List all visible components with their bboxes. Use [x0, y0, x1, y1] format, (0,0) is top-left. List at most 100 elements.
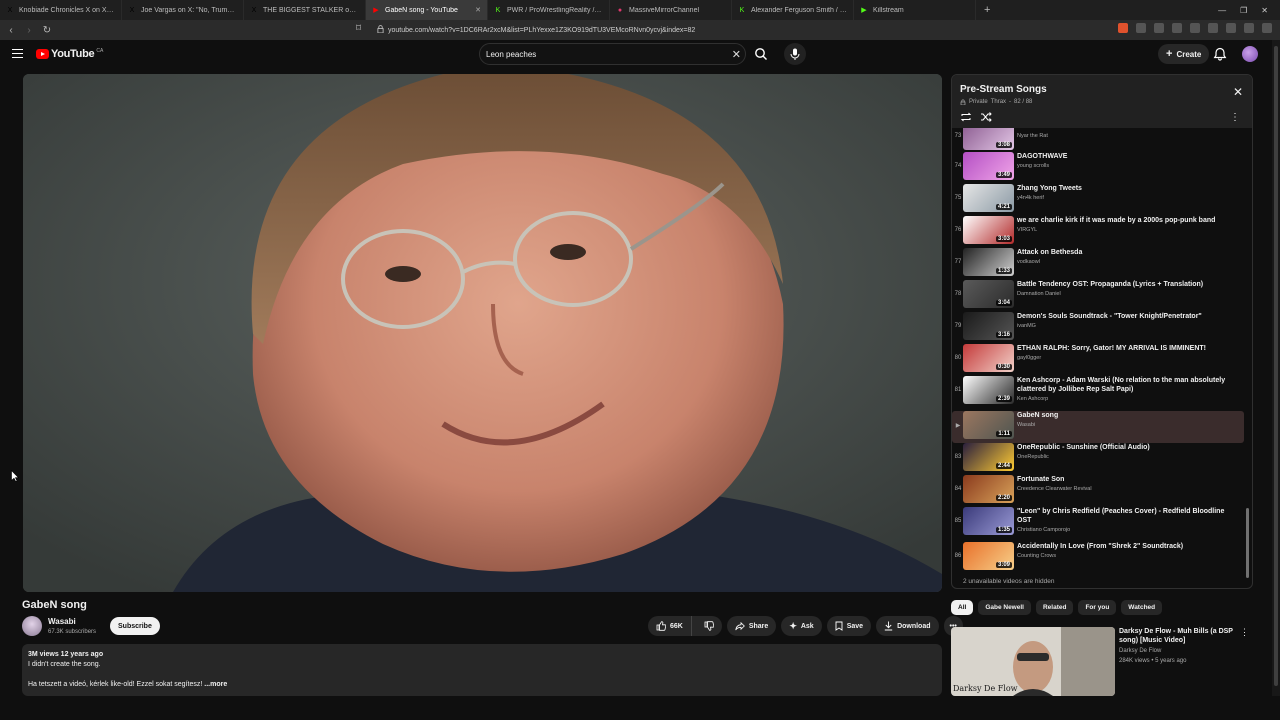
- duration-badge: 0:30: [995, 364, 1012, 370]
- recommended-menu-icon[interactable]: ⋮: [1240, 627, 1249, 638]
- playlist-item-thumbnail[interactable]: 0:30: [963, 344, 1014, 372]
- extension-icon[interactable]: [1118, 23, 1128, 33]
- reload-icon[interactable]: ↻: [40, 25, 54, 36]
- playlist-item-thumbnail[interactable]: 2:20: [963, 475, 1014, 503]
- page-scrollbar[interactable]: [1272, 40, 1280, 696]
- browser-tab[interactable]: ▶ GabeN song - YouTube ✕: [366, 0, 488, 20]
- browser-tab[interactable]: K PWR / ProWrestlingReality / realper: [488, 0, 610, 20]
- playlist-title[interactable]: Pre-Stream Songs: [960, 84, 1047, 95]
- extension-icon[interactable]: [1208, 23, 1218, 33]
- channel-name[interactable]: Wasabi: [48, 617, 76, 626]
- dislike-button[interactable]: [696, 616, 722, 636]
- playlist-item[interactable]: 77 1:33 Attack on Bethesda vodkaowl: [952, 248, 1244, 280]
- voice-search-button[interactable]: [784, 43, 806, 65]
- recommended-channel[interactable]: Darksy De Flow: [1119, 648, 1161, 654]
- playlist-item-channel: Christiano Camporojo: [1017, 527, 1071, 533]
- url-field[interactable]: youtube.com/watch?v=1DC6RAr2xcM&list=PLh…: [374, 23, 904, 37]
- playlist-item[interactable]: 85 1:35 "Leon" by Chris Redfield (Peaches …: [952, 507, 1244, 539]
- loop-icon[interactable]: [960, 112, 972, 122]
- playlist-item[interactable]: 83 2:44 OneRepublic - Sunshine (Official A…: [952, 443, 1244, 475]
- guide-menu-icon[interactable]: [12, 49, 23, 58]
- playlist-item[interactable]: 81 2:39 Ken Ashcorp - Adam Warski (No rela…: [952, 376, 1244, 408]
- subscribe-button[interactable]: Subscribe: [110, 617, 160, 635]
- playlist-item-thumbnail[interactable]: 4:21: [963, 184, 1014, 212]
- playlist-item[interactable]: 86 3:09 Accidentally In Love (From "Shrek …: [952, 542, 1244, 574]
- filter-chip[interactable]: All: [951, 600, 974, 615]
- maximize-icon[interactable]: ❐: [1240, 6, 1247, 15]
- search-box[interactable]: ✕: [479, 43, 746, 65]
- playlist-item[interactable]: 75 4:21 Zhang Yong Tweets y4n4k herif: [952, 184, 1244, 216]
- close-tab-icon[interactable]: ✕: [475, 6, 481, 14]
- minimize-icon[interactable]: —: [1218, 6, 1226, 15]
- back-icon[interactable]: ‹: [4, 25, 18, 36]
- playlist-item[interactable]: 74 3:49 DAGOTHWAVE young scrolls: [952, 152, 1244, 184]
- page-scrollbar-thumb[interactable]: [1274, 46, 1278, 686]
- site-info-icon[interactable]: [377, 25, 384, 33]
- playlist-item-thumbnail[interactable]: 3:03: [963, 216, 1014, 244]
- extension-icon[interactable]: [1226, 23, 1236, 33]
- save-button[interactable]: Save: [826, 616, 872, 636]
- recommended-video[interactable]: Darksy De Flow Darksy De Flow - Muh Bill…: [951, 627, 1255, 696]
- playlist-item-thumbnail[interactable]: 2:39: [963, 376, 1014, 404]
- browser-tab[interactable]: ● MassiveMirrorChannel: [610, 0, 732, 20]
- extension-icon[interactable]: [1244, 23, 1254, 33]
- browser-tab[interactable]: K Alexander Ferguson Smith / Sifu / Sa: [732, 0, 854, 20]
- account-avatar[interactable]: [1242, 46, 1258, 62]
- shuffle-icon[interactable]: [980, 112, 992, 122]
- playlist-item[interactable]: 84 2:20 Fortunate Son Creedence Clearwater …: [952, 475, 1244, 507]
- browser-tab[interactable]: ▶ Killstream: [854, 0, 976, 20]
- browser-tab[interactable]: X Knobiade Chronicles X on X: " 🏃 Sty: [0, 0, 122, 20]
- extension-icon[interactable]: [1154, 23, 1164, 33]
- filter-chip[interactable]: Gabe Newell: [978, 600, 1031, 615]
- playlist-item-thumbnail[interactable]: 3:08: [963, 128, 1014, 150]
- browser-tab[interactable]: X Joe Vargas on X: "No, Trump CANNO: [122, 0, 244, 20]
- create-button[interactable]: + Create: [1158, 44, 1210, 64]
- playlist-owner[interactable]: Thrax: [991, 99, 1006, 105]
- playlist-item-thumbnail[interactable]: 3:09: [963, 542, 1014, 570]
- forward-icon[interactable]: ›: [22, 25, 36, 36]
- browser-menu-icon[interactable]: [1262, 23, 1272, 33]
- search-icon[interactable]: [751, 46, 771, 62]
- filter-chip[interactable]: Related: [1035, 600, 1074, 615]
- playlist-item-thumbnail[interactable]: 3:04: [963, 280, 1014, 308]
- playlist-scrollbar[interactable]: [1246, 508, 1249, 578]
- playlist-item-thumbnail[interactable]: 1:11: [963, 411, 1014, 439]
- playlist-item[interactable]: 79 3:16 Demon's Souls Soundtrack - "Tower …: [952, 312, 1244, 344]
- playlist-item[interactable]: 80 0:30 ETHAN RALPH: Sorry, Gator! MY ARRI…: [952, 344, 1244, 376]
- recommended-thumbnail[interactable]: Darksy De Flow: [951, 627, 1115, 696]
- like-button[interactable]: 66K: [648, 616, 692, 636]
- extension-icon[interactable]: [1136, 23, 1146, 33]
- share-button[interactable]: Share: [726, 616, 777, 636]
- close-window-icon[interactable]: ✕: [1261, 6, 1268, 15]
- search-input[interactable]: [486, 49, 726, 59]
- download-button[interactable]: Download: [876, 616, 939, 636]
- filter-chip[interactable]: Watched: [1121, 600, 1163, 615]
- ask-button[interactable]: ✦ Ask: [781, 616, 822, 636]
- playlist-item[interactable]: 78 3:04 Battle Tendency OST: Propaganda (L…: [952, 280, 1244, 312]
- browser-tab[interactable]: X THE BIGGEST STALKER on X: "COG I: [244, 0, 366, 20]
- show-more-link[interactable]: ...more: [204, 681, 227, 688]
- extension-icon[interactable]: [1190, 23, 1200, 33]
- playlist-item-thumbnail[interactable]: 3:16: [963, 312, 1014, 340]
- bookmark-icon[interactable]: ⌑: [356, 23, 361, 34]
- playlist-item[interactable]: 76 3:03 we are charlie kirk if it was made…: [952, 216, 1244, 248]
- close-playlist-icon[interactable]: ✕: [1233, 85, 1243, 99]
- playlist-item-thumbnail[interactable]: 3:49: [963, 152, 1014, 180]
- playlist-item-thumbnail[interactable]: 1:33: [963, 248, 1014, 276]
- channel-avatar[interactable]: [22, 616, 42, 636]
- new-tab-icon[interactable]: +: [976, 4, 998, 16]
- notifications-bell-icon[interactable]: [1213, 47, 1227, 61]
- hidden-videos-note: 2 unavailable videos are hidden: [963, 578, 1055, 585]
- youtube-logo[interactable]: YouTube CA: [36, 48, 103, 60]
- clear-search-icon[interactable]: ✕: [732, 48, 741, 61]
- playlist-item[interactable]: 73 3:08 Nyar the Rat: [952, 128, 1244, 154]
- description-box[interactable]: 3M views 12 years ago I didn't create th…: [22, 644, 942, 696]
- filter-chip[interactable]: For you: [1078, 600, 1117, 615]
- playlist-item[interactable]: ▶ 1:11 GabeN song Wasabi: [952, 411, 1244, 443]
- playlist-item-thumbnail[interactable]: 2:44: [963, 443, 1014, 471]
- playlist-item-thumbnail[interactable]: 1:35: [963, 507, 1014, 535]
- video-player[interactable]: [23, 74, 942, 592]
- playlist-menu-icon[interactable]: ⋮: [1230, 112, 1240, 123]
- extension-icon[interactable]: [1172, 23, 1182, 33]
- recommended-title[interactable]: Darksy De Flow - Muh Bills (a DSP song) …: [1119, 627, 1239, 645]
